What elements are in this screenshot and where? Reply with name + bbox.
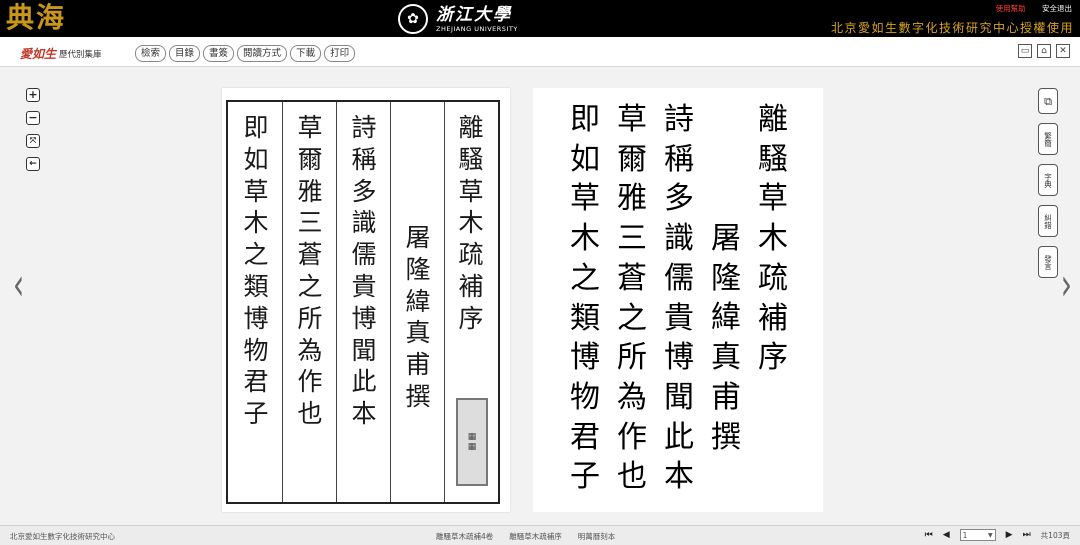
current-page-value: 1 [962, 530, 968, 540]
download-button[interactable]: 下載 [290, 45, 322, 62]
pagination: ⏮ ◀ 1 ▼ ▶ ⏭ 共103頁 [925, 529, 1070, 541]
previous-page-arrow-icon[interactable]: ‹ [13, 262, 24, 307]
app-logo: 典海 [6, 1, 67, 34]
database-brand: 愛如生 歷代別集庫 [20, 45, 102, 62]
brand-subtitle: 歷代別集庫 [59, 49, 102, 60]
help-link[interactable]: 使用幫助 [996, 4, 1026, 13]
first-page-icon[interactable]: ⏮ [925, 530, 933, 540]
breadcrumb-section[interactable]: 離騷草木疏補序 [509, 531, 562, 542]
page-select[interactable]: 1 ▼ [959, 529, 996, 541]
university-name-en: ZHEJIANG UNIVERSITY [436, 24, 518, 33]
footer-org: 北京愛如生數字化技術研究中心 [10, 532, 115, 541]
contents-button[interactable]: 目錄 [169, 45, 201, 62]
breadcrumb: 離騷草木疏補4卷 離騷草木疏補序 明萬曆刻本 [436, 531, 615, 542]
transcribed-text-page: 離騷草木疏補序 屠隆緯真甫撰 詩稱多識儒貴博聞此本 草爾雅三蒼之所為作也 即如草… [533, 88, 823, 512]
search-button[interactable]: 檢索 [135, 45, 167, 62]
back-icon[interactable]: ← [26, 157, 40, 171]
print-button[interactable]: 打印 [324, 45, 356, 62]
next-page-arrow-icon[interactable]: › [1061, 262, 1072, 307]
zoom-in-icon[interactable]: + [26, 88, 40, 102]
text-column-4: 草爾雅三蒼之所為作也 [617, 102, 647, 495]
dictionary-button[interactable]: 字典 [1038, 164, 1058, 196]
side-toolbar: ⧉ 繁簡 字典 糾錯 發言 [1038, 88, 1058, 278]
breadcrumb-edition[interactable]: 明萬曆刻本 [578, 531, 616, 542]
text-column-2: 屠隆緯真甫撰 [711, 221, 741, 455]
university-name-cn: 浙江大學 [436, 4, 512, 25]
logout-link[interactable]: 安全退出 [1042, 4, 1072, 13]
last-page-icon[interactable]: ⏭ [1023, 530, 1031, 540]
minimize-icon[interactable]: ▭ [1018, 44, 1032, 58]
simplified-traditional-button[interactable]: 繁簡 [1038, 123, 1058, 155]
total-pages: 共103頁 [1040, 530, 1070, 540]
university-brand: ✿ 浙江大學 ZHEJIANG UNIVERSITY [398, 3, 518, 35]
chevron-down-icon: ▼ [988, 531, 993, 539]
prev-page-icon[interactable]: ◀ [943, 530, 950, 540]
close-icon[interactable]: ✕ [1056, 44, 1070, 58]
text-column-1: 離騷草木疏補序 [758, 102, 788, 376]
scan-column-1: 離騷草木疏補序 [458, 113, 484, 333]
reading-mode-button[interactable]: 閱讀方式 [237, 45, 288, 62]
text-column-5: 即如草木之類博物君子 [570, 102, 600, 495]
next-page-icon[interactable]: ▶ [1006, 530, 1013, 540]
bookmark-button[interactable]: 書簽 [203, 45, 235, 62]
home-icon[interactable]: ⌂ [1037, 44, 1051, 58]
error-report-button[interactable]: 糾錯 [1038, 205, 1058, 237]
scan-column-4: 草爾雅三蒼之所為作也 [297, 113, 323, 429]
text-column-3: 詩稱多識儒貴博聞此本 [664, 102, 694, 495]
comment-button[interactable]: 發言 [1038, 246, 1058, 278]
scan-column-3: 詩稱多識儒貴博聞此本 [351, 113, 377, 429]
status-footer: 北京愛如生數字化技術研究中心 離騷草木疏補4卷 離騷草木疏補序 明萬曆刻本 ⏮ … [0, 525, 1080, 545]
top-header: 典海 ✿ 浙江大學 ZHEJIANG UNIVERSITY 使用幫助 安全退出 … [0, 0, 1080, 37]
scanned-page-image: 離騷草木疏補序 屠隆緯真甫撰 詩稱多識儒貴博聞此本 草爾雅三蒼之所為作也 即如草… [222, 88, 510, 512]
scan-column-2: 屠隆緯真甫撰 [405, 223, 431, 411]
layout-toggle-icon[interactable]: ⧉ [1038, 88, 1058, 114]
fit-page-icon[interactable]: ⤧ [26, 134, 40, 148]
scan-column-5: 即如草木之類博物君子 [243, 113, 269, 429]
license-text: 北京愛如生數字化技術研究中心授權使用 [830, 21, 1074, 35]
brand-name: 愛如生 [20, 47, 57, 61]
breadcrumb-book[interactable]: 離騷草木疏補4卷 [436, 531, 493, 542]
collector-seal-image: ▦▦ [456, 398, 488, 486]
zoom-controls: + − ⤧ ← [26, 88, 40, 171]
reader-toolbar: 愛如生 歷代別集庫 檢索 目錄 書簽 閱讀方式 下載 打印 ▭ ⌂ ✕ [0, 37, 1080, 67]
university-emblem-icon: ✿ [398, 4, 428, 34]
zoom-out-icon[interactable]: − [26, 111, 40, 125]
